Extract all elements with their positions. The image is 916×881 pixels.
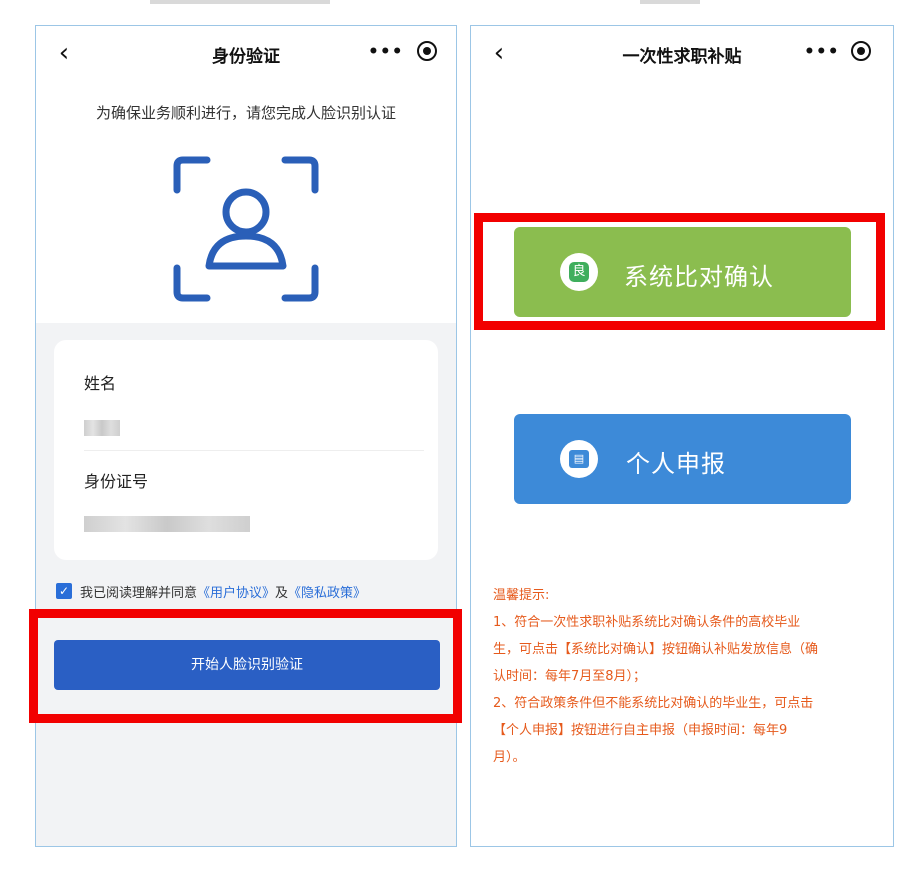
nav-bar: ‹ 一次性求职补贴 ••• xyxy=(471,26,893,82)
tips-line: 生，可点击【系统比对确认】按钮确认补贴发放信息（确 xyxy=(493,642,819,657)
tips-line: 认时间：每年7月至8月）； xyxy=(493,669,647,684)
tips-title: 温馨提示: xyxy=(493,588,550,603)
cropped-text-fragment xyxy=(640,0,700,4)
id-number-label: 身份证号 xyxy=(84,472,149,491)
tips-line: 【个人申报】按钮进行自主申报（申报时间：每年9 xyxy=(493,723,788,738)
target-icon[interactable] xyxy=(851,41,871,61)
tips-line: 1、符合一次性求职补贴系统比对确认条件的高校毕业 xyxy=(493,615,801,630)
identity-verification-screen: ‹ 身份验证 ••• 为确保业务顺利进行，请您完成人脸识别认证 姓名 身份证号 … xyxy=(35,25,457,847)
name-label: 姓名 xyxy=(84,374,117,393)
id-number-value-redacted xyxy=(84,516,250,532)
tips-line: 2、符合政策条件但不能系统比对确认的毕业生，可点击 xyxy=(493,696,814,711)
face-auth-instruction: 为确保业务顺利进行，请您完成人脸识别认证 xyxy=(95,104,396,122)
name-value-redacted xyxy=(84,420,120,436)
highlight-box-system-confirm xyxy=(474,213,885,330)
user-info-card: 姓名 身份证号 xyxy=(54,340,438,560)
agreement-and: 及 xyxy=(275,586,289,601)
privacy-policy-link[interactable]: 《隐私政策》 xyxy=(288,586,366,601)
more-options-icon[interactable]: ••• xyxy=(804,42,840,62)
id-card-icon: ▤ xyxy=(569,450,589,468)
nav-bar: ‹ 身份验证 ••• xyxy=(36,26,456,82)
tips-line: 月）。 xyxy=(493,750,526,765)
agreement-checkbox[interactable]: ✓ xyxy=(56,583,72,599)
agreement-prefix: 我已阅读理解并同意 xyxy=(80,586,198,601)
divider xyxy=(84,450,424,451)
highlight-box-start-verification xyxy=(29,609,462,723)
agreement-text: 我已阅读理解并同意《用户协议》及《隐私政策》 xyxy=(80,582,366,601)
target-icon[interactable] xyxy=(417,41,437,61)
top-cropped-strip xyxy=(0,0,916,8)
user-agreement-link[interactable]: 《用户协议》 xyxy=(197,586,275,601)
personal-apply-icon: ▤ xyxy=(560,440,598,478)
cropped-text-fragment xyxy=(150,0,330,4)
personal-apply-button[interactable]: ▤ 个人申报 xyxy=(514,414,851,504)
personal-apply-label: 个人申报 xyxy=(626,450,726,478)
face-scan-icon xyxy=(173,156,319,302)
job-subsidy-screen: ‹ 一次性求职补贴 ••• 良 系统比对确认 ▤ 个人申报 温馨提示: 1、符合… xyxy=(470,25,894,847)
tips-section: 温馨提示: 1、符合一次性求职补贴系统比对确认条件的高校毕业 生，可点击【系统比… xyxy=(493,582,873,771)
more-options-icon[interactable]: ••• xyxy=(368,42,404,62)
